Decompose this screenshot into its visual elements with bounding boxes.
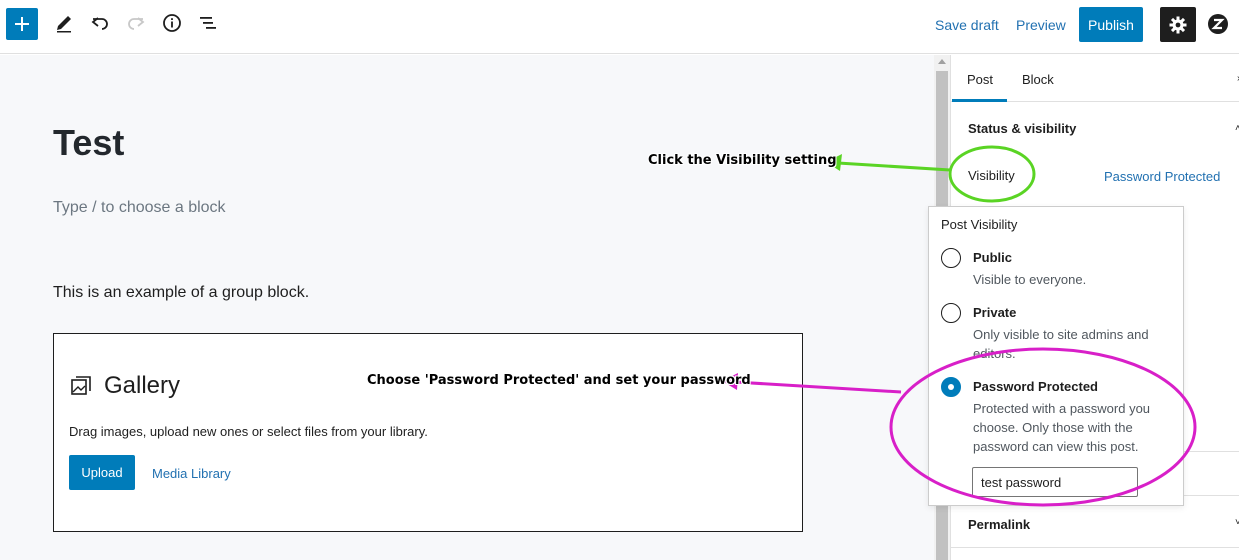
option-description: Visible to everyone. — [973, 272, 1087, 287]
popover-title: Post Visibility — [941, 217, 1018, 232]
panel-divider — [951, 547, 1239, 548]
option-label[interactable]: Public — [973, 250, 1012, 265]
option-description: Only visible to site admins and editors. — [973, 327, 1149, 361]
scroll-up-arrow-icon[interactable] — [938, 59, 946, 64]
editor-header: Save draft Preview Publish — [0, 0, 1239, 54]
gallery-instructions: Drag images, upload new ones or select f… — [69, 424, 428, 439]
gear-icon — [1169, 16, 1187, 33]
redo-icon — [128, 17, 145, 30]
upload-button[interactable]: Upload — [69, 455, 135, 490]
plus-icon — [15, 17, 29, 31]
list-view-button[interactable] — [192, 7, 224, 39]
plugin-logo-icon — [1208, 14, 1228, 34]
redo-button[interactable] — [120, 7, 152, 39]
undo-icon — [91, 17, 108, 30]
block-placeholder[interactable]: Type / to choose a block — [53, 199, 226, 217]
chevron-up-icon[interactable]: ˄ — [1235, 123, 1239, 134]
sidebar-tabs: Post Block › — [951, 55, 1239, 102]
permalink-panel-title[interactable]: Permalink — [968, 517, 1030, 532]
password-input[interactable] — [972, 467, 1138, 497]
visibility-hint-annotation: Click the Visibility setting — [648, 153, 837, 168]
post-visibility-popover: Post Visibility Public Visible to everyo… — [928, 206, 1184, 506]
pencil-icon — [57, 16, 71, 33]
gallery-title: Gallery — [104, 372, 181, 399]
gallery-block[interactable]: Gallery Drag images, upload new ones or … — [53, 333, 803, 532]
add-block-button[interactable] — [6, 8, 38, 40]
status-visibility-panel-title[interactable]: Status & visibility — [968, 121, 1076, 136]
tab-post[interactable]: Post — [967, 72, 993, 87]
radio-password-protected[interactable] — [941, 377, 961, 397]
option-label[interactable]: Private — [973, 305, 1016, 320]
settings-button[interactable] — [1160, 7, 1196, 42]
tools-button[interactable] — [48, 7, 80, 39]
info-icon — [163, 14, 181, 32]
option-description: Protected with a password you choose. On… — [973, 401, 1151, 454]
visibility-label: Visibility — [968, 168, 1015, 183]
active-tab-indicator — [952, 99, 1007, 102]
visibility-toggle[interactable]: Password Protected — [1104, 169, 1220, 184]
plugin-button[interactable] — [1206, 12, 1230, 36]
gallery-header: Gallery — [70, 372, 180, 400]
post-title[interactable]: Test — [53, 122, 124, 164]
undo-button[interactable] — [84, 7, 116, 39]
tab-block[interactable]: Block — [1022, 72, 1054, 87]
chevron-down-icon[interactable]: ˅ — [1235, 517, 1239, 528]
editor-canvas: Test Type / to choose a block This is an… — [0, 55, 934, 560]
password-hint-annotation: Choose 'Password Protected' and set your… — [367, 373, 751, 388]
publish-button[interactable]: Publish — [1079, 7, 1143, 42]
gallery-icon — [71, 376, 91, 395]
save-draft-button[interactable]: Save draft — [935, 17, 999, 33]
preview-button[interactable]: Preview — [1016, 17, 1066, 33]
option-label[interactable]: Password Protected — [973, 379, 1098, 394]
radio-public[interactable] — [941, 248, 961, 268]
media-library-button[interactable]: Media Library — [152, 466, 231, 481]
radio-private[interactable] — [941, 303, 961, 323]
group-block-paragraph[interactable]: This is an example of a group block. — [53, 284, 309, 302]
details-button[interactable] — [156, 7, 188, 39]
list-view-icon — [200, 17, 216, 29]
